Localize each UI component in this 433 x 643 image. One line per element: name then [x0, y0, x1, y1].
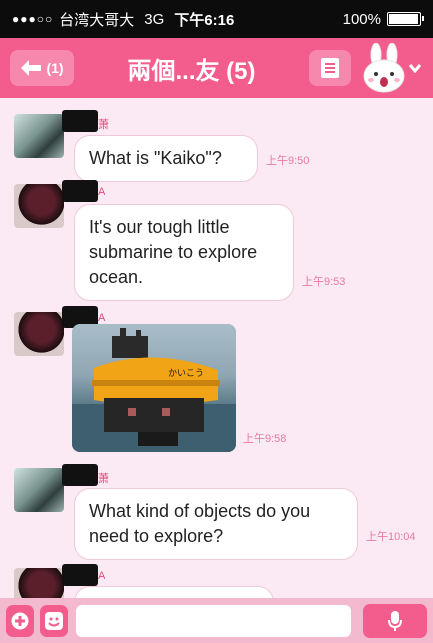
sender-avatar[interactable]	[14, 184, 64, 228]
sender-avatar[interactable]	[14, 468, 64, 512]
sender-name-redacted	[62, 110, 98, 132]
sender-name: 萧	[98, 119, 109, 131]
carrier-name: 台湾大哥大	[59, 11, 135, 29]
clock: 下午6:16	[174, 11, 235, 29]
battery-icon	[387, 12, 424, 26]
message-list[interactable]: 萧 What is "Kaiko"? 上午9:50 A It's our tou…	[0, 98, 433, 598]
sender-name: 萧	[98, 473, 109, 485]
profile-avatar-button[interactable]	[359, 42, 423, 94]
back-arrow-icon	[21, 60, 42, 76]
plus-icon	[11, 612, 29, 629]
message-bubble[interactable]: What kind of objects do you need to expl…	[74, 488, 358, 560]
sender-name-redacted	[62, 464, 98, 486]
battery-percent: 100%	[342, 10, 381, 28]
message-timestamp: 上午10:04	[366, 531, 416, 543]
svg-text:かいこう: かいこう	[168, 368, 204, 379]
message-bubble[interactable]: What is "Kaiko"?	[74, 135, 258, 182]
signal-strength: ●●●○○	[12, 12, 54, 26]
sender-name: A	[98, 186, 106, 198]
message-timestamp: 上午9:58	[243, 433, 287, 445]
microphone-icon	[388, 610, 402, 631]
chevron-down-icon	[409, 64, 421, 73]
yellow-submarine-image: かいこう	[72, 328, 236, 452]
list-icon	[321, 58, 339, 78]
unread-count: (1)	[46, 60, 64, 76]
sender-avatar[interactable]	[14, 114, 64, 158]
network-type: 3G	[144, 10, 165, 28]
sender-name-redacted	[62, 564, 98, 586]
sender-avatar[interactable]	[14, 312, 64, 356]
submarine-photo[interactable]: かいこう	[72, 324, 236, 452]
menu-button[interactable]	[309, 50, 351, 86]
message-bubble[interactable]: It's our tough little submarine to explo…	[74, 204, 294, 301]
message-bubble[interactable]	[74, 586, 274, 598]
sender-name-redacted	[62, 180, 98, 202]
message-input[interactable]	[76, 604, 351, 637]
chat-title: 兩個...友 (5)	[127, 57, 256, 85]
message-timestamp: 上午9:50	[266, 155, 310, 167]
sender-name: A	[98, 570, 106, 582]
message-timestamp: 上午9:53	[302, 276, 346, 288]
rabbit-sticker-icon	[363, 43, 405, 93]
add-button[interactable]	[6, 604, 34, 637]
input-bar	[0, 598, 433, 643]
voice-button[interactable]	[363, 603, 427, 638]
sender-avatar[interactable]	[14, 568, 64, 598]
smiley-icon	[45, 611, 63, 630]
status-bar: ●●●○○ 台湾大哥大 3G 下午6:16 100%	[0, 0, 433, 38]
back-button[interactable]: (1)	[10, 50, 74, 86]
chat-header: (1) 兩個...友 (5)	[0, 38, 433, 98]
sender-name: A	[98, 312, 106, 324]
sticker-button[interactable]	[40, 604, 68, 637]
